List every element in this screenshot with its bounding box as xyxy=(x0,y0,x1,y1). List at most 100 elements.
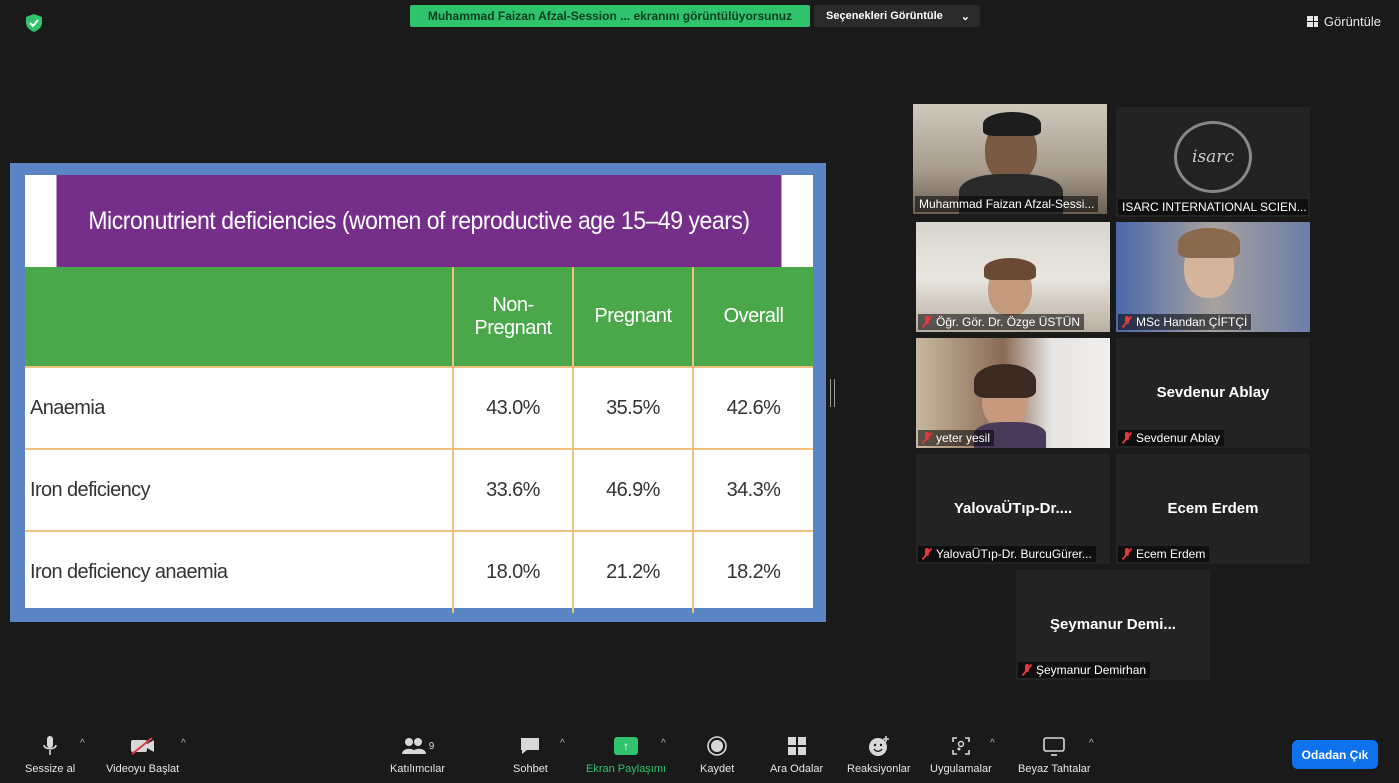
participant-name: MSc Handan ÇİFTÇİ xyxy=(1136,315,1248,329)
start-video-label: Videoyu Başlat xyxy=(106,763,180,775)
muted-mic-icon xyxy=(922,316,932,328)
participant-name-label: Ecem Erdem xyxy=(1118,546,1210,562)
participant-tile-sevdenur[interactable]: Sevdenur Ablay Sevdenur Ablay xyxy=(1116,338,1310,448)
view-button[interactable]: Görüntüle xyxy=(1306,14,1381,29)
table-header-non-pregnant: Non-Pregnant xyxy=(452,267,573,367)
participant-name-label: YalovaÜTıp-Dr. BurcuGürer... xyxy=(918,546,1096,562)
participant-tile-handan[interactable]: MSc Handan ÇİFTÇİ xyxy=(1116,222,1310,332)
participant-name-label: MSc Handan ÇİFTÇİ xyxy=(1118,314,1252,330)
muted-mic-icon xyxy=(1022,664,1032,676)
table-row: Iron deficiency 33.6% 46.9% 34.3% xyxy=(25,448,813,531)
chevron-down-icon: ⌄ xyxy=(960,10,970,23)
apps-label: Uygulamalar xyxy=(930,763,992,775)
participant-display-name: Ecem Erdem xyxy=(1167,500,1259,517)
breakout-rooms-icon xyxy=(787,733,807,759)
cell-overall: 42.6% xyxy=(692,366,813,449)
microphone-icon xyxy=(43,733,57,759)
table-header-pregnant: Pregnant xyxy=(572,267,693,367)
participant-name-label: yeter yesil xyxy=(918,430,995,446)
record-icon xyxy=(707,733,727,759)
meeting-toolbar: Sessize al ^ Videoyu Başlat ^ 9 Katılımc… xyxy=(0,725,1399,783)
participant-name: Şeymanur Demirhan xyxy=(1036,663,1147,677)
logo-text: isarc xyxy=(1192,147,1234,167)
mute-button[interactable]: Sessize al xyxy=(25,733,75,775)
chat-bubble-icon xyxy=(519,733,541,759)
row-label: Iron deficiency xyxy=(25,448,453,531)
reactions-button[interactable]: Reaksiyonlar xyxy=(847,733,911,775)
slide-data-table: Non-Pregnant Pregnant Overall Anaemia 43… xyxy=(25,267,813,613)
view-button-label: Görüntüle xyxy=(1323,14,1381,29)
participant-tile-isarc[interactable]: isarc ISARC INTERNATIONAL SCIEN... xyxy=(1116,107,1310,217)
participant-name: ISARC INTERNATIONAL SCIEN... xyxy=(1122,200,1307,214)
record-label: Kaydet xyxy=(700,763,735,775)
isarc-logo: isarc xyxy=(1174,121,1252,193)
participant-tile-ozge[interactable]: Öğr. Gör. Dr. Özge ÜSTÜN xyxy=(916,222,1110,332)
view-options-label: Seçenekleri Görüntüle xyxy=(826,10,943,22)
whiteboards-label: Beyaz Tahtalar xyxy=(1018,763,1091,775)
video-off-icon xyxy=(130,733,156,759)
chat-button[interactable]: Sohbet xyxy=(513,733,548,775)
share-screen-button[interactable]: ↑ Ekran Paylaşımı xyxy=(586,733,666,775)
muted-mic-icon xyxy=(922,432,932,444)
participant-display-name: Şeymanur Demi... xyxy=(1050,616,1176,633)
breakout-rooms-label: Ara Odalar xyxy=(770,763,824,775)
whiteboard-icon xyxy=(1043,733,1066,759)
cell-pregnant: 35.5% xyxy=(572,366,693,449)
share-screen-label: Ekran Paylaşımı xyxy=(586,763,667,775)
participants-button[interactable]: 9 Katılımcılar xyxy=(390,733,445,775)
share-screen-icon-wrap: ↑ xyxy=(614,733,639,759)
apps-icon xyxy=(951,733,971,759)
share-screen-icon: ↑ xyxy=(614,737,639,755)
view-options-dropdown[interactable]: Seçenekleri Görüntüle ⌄ xyxy=(814,5,980,27)
smiley-plus-icon xyxy=(868,733,890,759)
reactions-label: Reaksiyonlar xyxy=(847,763,911,775)
slide-title: Micronutrient deficiencies (women of rep… xyxy=(56,175,782,267)
record-button[interactable]: Kaydet xyxy=(700,733,734,775)
participants-icon: 9 xyxy=(401,733,434,759)
audio-options-caret-icon[interactable]: ^ xyxy=(80,738,85,749)
cell-pregnant: 46.9% xyxy=(572,448,693,531)
chat-options-caret-icon[interactable]: ^ xyxy=(560,738,565,749)
participant-name-label: Muhammad Faizan Afzal-Sessi... xyxy=(915,196,1099,212)
view-grid-icon xyxy=(1306,16,1318,27)
cell-non-pregnant: 43.0% xyxy=(452,366,573,449)
shared-screen: Micronutrient deficiencies (women of rep… xyxy=(10,163,826,622)
screen-share-banner: Muhammad Faizan Afzal-Session ... ekranı… xyxy=(410,5,810,27)
participant-tile-seymanur[interactable]: Şeymanur Demi... Şeymanur Demirhan xyxy=(1016,570,1210,680)
share-options-caret-icon[interactable]: ^ xyxy=(661,738,666,749)
video-options-caret-icon[interactable]: ^ xyxy=(181,738,186,749)
participants-label: Katılımcılar xyxy=(390,763,446,775)
cell-non-pregnant: 33.6% xyxy=(452,448,573,531)
cell-overall: 34.3% xyxy=(692,448,813,531)
participant-display-name: YalovaÜTıp-Dr.... xyxy=(953,500,1073,517)
participant-tile-muhammad[interactable]: Muhammad Faizan Afzal-Sessi... xyxy=(913,104,1107,214)
start-video-button[interactable]: Videoyu Başlat xyxy=(106,733,179,775)
participant-name: Muhammad Faizan Afzal-Sessi... xyxy=(919,197,1095,211)
cell-pregnant: 21.2% xyxy=(572,530,693,613)
muted-mic-icon xyxy=(1122,548,1132,560)
participant-name: Öğr. Gör. Dr. Özge ÜSTÜN xyxy=(936,315,1081,329)
resize-divider-handle[interactable] xyxy=(830,379,835,407)
apps-button[interactable]: Uygulamalar xyxy=(930,733,992,775)
participant-tile-yeter[interactable]: yeter yesil xyxy=(916,338,1110,448)
table-row: Anaemia 43.0% 35.5% 42.6% xyxy=(25,366,813,449)
participant-name: YalovaÜTıp-Dr. BurcuGürer... xyxy=(936,547,1092,561)
participant-tile-ecem[interactable]: Ecem Erdem Ecem Erdem xyxy=(1116,454,1310,564)
whiteboard-options-caret-icon[interactable]: ^ xyxy=(1089,738,1094,749)
leave-meeting-button[interactable]: Odadan Çık xyxy=(1292,740,1378,769)
zoom-meeting-window: Muhammad Faizan Afzal-Session ... ekranı… xyxy=(0,0,1399,783)
apps-options-caret-icon[interactable]: ^ xyxy=(990,738,995,749)
security-shield-icon[interactable] xyxy=(26,14,42,32)
row-label: Anaemia xyxy=(25,366,453,449)
participant-display-name: Sevdenur Ablay xyxy=(1156,384,1270,401)
table-header-row: Non-Pregnant Pregnant Overall xyxy=(25,267,813,367)
whiteboards-button[interactable]: Beyaz Tahtalar xyxy=(1018,733,1091,775)
table-row: Iron deficiency anaemia 18.0% 21.2% 18.2… xyxy=(25,530,813,613)
muted-mic-icon xyxy=(922,548,932,560)
participant-name-label: ISARC INTERNATIONAL SCIEN... xyxy=(1118,199,1308,215)
chat-label: Sohbet xyxy=(513,763,548,775)
participant-name-label: Şeymanur Demirhan xyxy=(1018,662,1151,678)
participant-tile-yalova[interactable]: YalovaÜTıp-Dr.... YalovaÜTıp-Dr. BurcuGü… xyxy=(916,454,1110,564)
participant-name: yeter yesil xyxy=(936,431,991,445)
breakout-rooms-button[interactable]: Ara Odalar xyxy=(770,733,823,775)
